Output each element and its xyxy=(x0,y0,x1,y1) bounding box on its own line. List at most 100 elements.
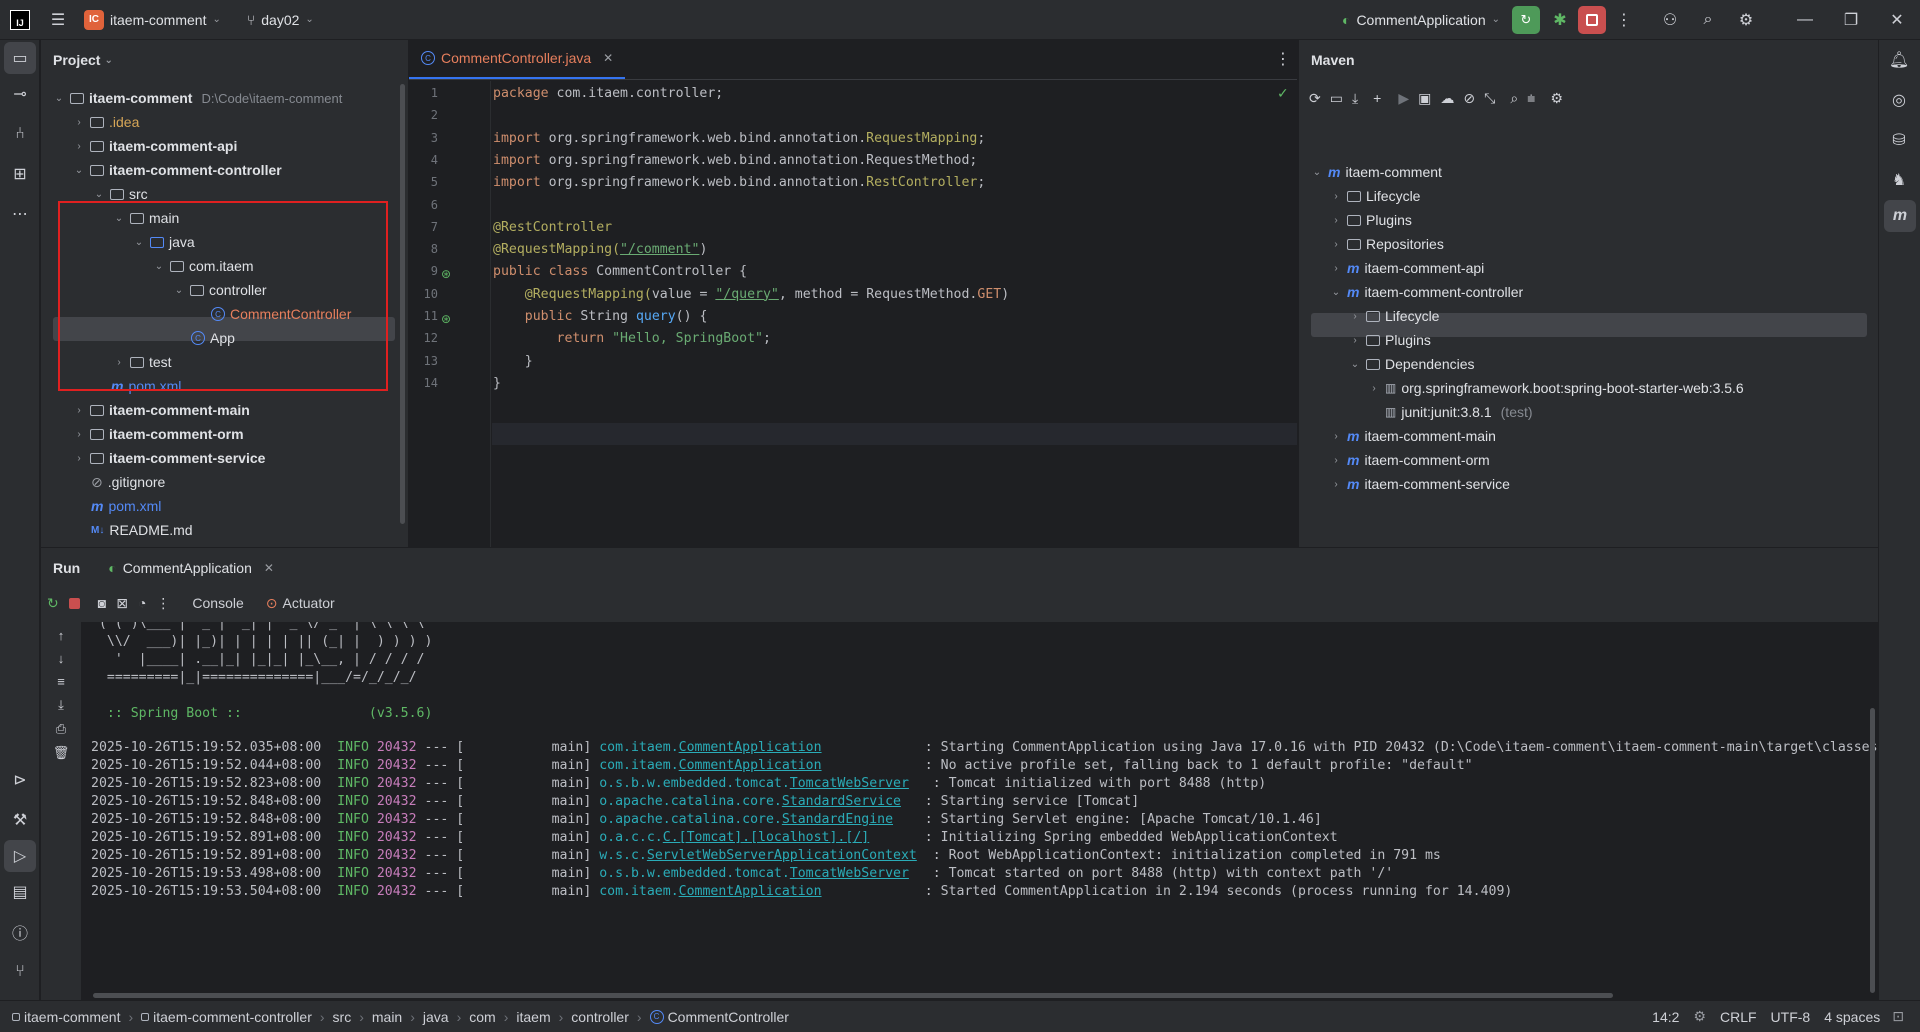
tree-row-root-pom[interactable]: m pom.xml xyxy=(91,494,161,518)
log-lg_cls[interactable]: CommentApplication xyxy=(679,758,822,773)
rerun-icon[interactable]: ↻ xyxy=(47,595,59,612)
search-everywhere-button[interactable]: ⌕ xyxy=(1694,6,1722,34)
tree-row-api[interactable]: › itaem-comment-api xyxy=(73,134,237,158)
log-lg_cls[interactable]: C.[Tomcat].[localhost].[/] xyxy=(663,830,869,845)
actuator-tab[interactable]: ⊙ Actuator xyxy=(266,595,335,612)
project-panel-header[interactable]: Project ⌄ xyxy=(41,40,408,80)
console-output[interactable]: ( ( )\___ | '_ | '_| | '_ \/ _` | \ \ \ … xyxy=(81,622,1878,1001)
log-lg_cls[interactable]: ServletWebServerApplicationContext xyxy=(647,848,917,863)
file-encoding[interactable]: UTF-8 xyxy=(1771,1009,1811,1025)
maven-tree-row[interactable]: › m itaem-comment-service xyxy=(1330,472,1510,496)
structure-tool-button[interactable]: ⊞ xyxy=(0,154,40,194)
build-tool-button[interactable]: ⚒ xyxy=(0,800,40,840)
project-switcher[interactable]: IC itaem-comment ⌄ xyxy=(84,9,221,30)
breadcrumb-item[interactable]: itaem-comment xyxy=(12,1009,120,1025)
gradle-button[interactable]: ♞ xyxy=(1879,160,1919,200)
rerun-button[interactable]: ↻ xyxy=(1512,5,1540,34)
tree-row-root[interactable]: ⌄ itaem-comment D:\Code\itaem-comment xyxy=(53,86,343,110)
indent-setting[interactable]: 4 spaces xyxy=(1824,1009,1880,1025)
console-vertical-scrollbar[interactable] xyxy=(1870,708,1875,993)
log-lg_cls[interactable]: StandardEngine xyxy=(782,812,893,827)
breadcrumb-item[interactable]: itaem-comment-controller xyxy=(141,1009,312,1025)
breadcrumb-item[interactable]: com xyxy=(469,1009,495,1025)
debug-button[interactable]: ✱ xyxy=(1546,6,1574,34)
breadcrumb-item[interactable]: main xyxy=(372,1009,402,1025)
commit-tool-button[interactable]: ⊸ xyxy=(0,74,40,114)
maven-tree-row[interactable]: › m itaem-comment-orm xyxy=(1330,448,1489,472)
maven-tree-row[interactable]: › Plugins xyxy=(1349,328,1431,352)
scroll-to-end-icon[interactable]: ⤓ xyxy=(58,697,64,713)
log-lg_cls[interactable]: CommentApplication xyxy=(679,884,822,899)
print-icon[interactable]: ⎙ xyxy=(56,721,66,737)
code-with-me-button[interactable]: ⚇ xyxy=(1656,6,1684,34)
tree-row-controller-module[interactable]: ⌄ itaem-comment-controller xyxy=(73,158,282,182)
endpoint-icon[interactable]: ⊛ xyxy=(441,312,451,326)
terminal-tool-button[interactable]: ▤ xyxy=(0,872,40,912)
breadcrumb-item[interactable]: itaem xyxy=(516,1009,550,1025)
notifications-button[interactable]: 🔔︎ xyxy=(1879,40,1919,80)
main-menu-button[interactable]: ☰ xyxy=(44,6,72,34)
log-lg_cls[interactable]: TomcatWebServer xyxy=(790,866,909,881)
editor-tab-comment-controller[interactable]: C CommentController.java ✕ xyxy=(409,39,626,79)
breadcrumb-item[interactable]: controller xyxy=(571,1009,629,1025)
settings-button[interactable]: ⚙ xyxy=(1732,6,1760,34)
scroll-down-icon[interactable]: ↓ xyxy=(58,651,65,666)
project-scrollbar[interactable] xyxy=(400,84,405,524)
maven-tree-row[interactable]: › ▥ org.springframework.boot:spring-boot-s… xyxy=(1368,376,1743,400)
log-lg_cls[interactable]: TomcatWebServer xyxy=(790,776,909,791)
console-horizontal-scrollbar[interactable] xyxy=(93,993,1613,998)
run-tool-button[interactable]: ▷ xyxy=(4,840,36,872)
breadcrumb-item[interactable]: C CommentController xyxy=(649,1009,789,1025)
minimize-button[interactable]: — xyxy=(1782,6,1828,34)
maven-tree-row[interactable]: ⌄ Dependencies xyxy=(1349,352,1475,376)
vcs-widget-icon[interactable]: ⚙ xyxy=(1693,1008,1706,1025)
maven-tree-row[interactable]: › m itaem-comment-main xyxy=(1330,424,1496,448)
close-tab-icon[interactable]: ✕ xyxy=(603,51,613,65)
close-window-button[interactable]: ✕ xyxy=(1874,6,1920,34)
scroll-up-icon[interactable]: ↑ xyxy=(58,628,65,643)
profile-icon[interactable]: ◔ xyxy=(138,595,146,611)
exit-icon[interactable]: ⊠ xyxy=(116,595,128,612)
more-tools-button[interactable]: ⋯ xyxy=(0,194,40,234)
more-vertical-icon[interactable]: ⋮ xyxy=(156,595,170,612)
maven-tree-row[interactable]: ⌄ m itaem-comment xyxy=(1311,160,1442,184)
maven-tree-row[interactable]: ▥ junit:junit:3.8.1 (test) xyxy=(1368,400,1533,424)
run-config-selector[interactable]: ◐ CommentApplication ⌄ xyxy=(1342,12,1500,28)
read-only-lock-icon[interactable]: ⊡ xyxy=(1892,1008,1904,1025)
stop-button[interactable] xyxy=(1578,5,1606,34)
caret-position[interactable]: 14:2 xyxy=(1652,1009,1679,1025)
log-lg_cls[interactable]: StandardService xyxy=(782,794,901,809)
maven-tree-row[interactable]: › Repositories xyxy=(1330,232,1444,256)
camera-icon[interactable]: ◙ xyxy=(98,595,106,611)
project-tool-button[interactable]: ▭ xyxy=(4,42,36,74)
close-tab-icon[interactable]: ✕ xyxy=(264,561,274,575)
maven-tree-row[interactable]: › Lifecycle xyxy=(1349,304,1439,328)
more-actions-button[interactable]: ⋮ xyxy=(1610,6,1638,34)
tree-row-gitignore[interactable]: ⊘ .gitignore xyxy=(91,470,165,494)
tree-row-main-module[interactable]: › itaem-comment-main xyxy=(73,398,249,422)
console-tab[interactable]: Console xyxy=(192,595,243,611)
bean-icon[interactable]: ⊛ xyxy=(441,267,451,281)
tree-row-service-module[interactable]: › itaem-comment-service xyxy=(73,446,265,470)
restore-button[interactable]: ❐ xyxy=(1828,6,1874,34)
stop-icon[interactable] xyxy=(68,597,80,609)
tree-row-readme[interactable]: M↓ README.md xyxy=(91,518,193,542)
tree-row-orm-module[interactable]: › itaem-comment-orm xyxy=(73,422,243,446)
services-tool-button[interactable]: ⊳ xyxy=(0,760,40,800)
log-lg_cls[interactable]: CommentApplication xyxy=(679,740,822,755)
tree-row-idea[interactable]: › .idea xyxy=(73,110,139,134)
problems-tool-button[interactable]: ⓘ xyxy=(0,912,40,952)
pull-requests-tool-button[interactable]: ⑃ xyxy=(0,114,40,154)
branch-switcher[interactable]: ⑂ day02 ⌄ xyxy=(247,12,314,28)
ai-assistant-button[interactable]: ◎ xyxy=(1879,80,1919,120)
database-button[interactable]: ⛁ xyxy=(1879,120,1919,160)
soft-wrap-icon[interactable]: ≡ xyxy=(57,674,65,689)
breadcrumb-item[interactable]: java xyxy=(423,1009,449,1025)
maven-tree-row[interactable]: › m itaem-comment-api xyxy=(1330,256,1484,280)
maven-tree-row[interactable]: › Lifecycle xyxy=(1330,184,1420,208)
code-area[interactable]: package com.itaem.controller; import org.… xyxy=(409,81,1297,547)
git-tool-button[interactable]: ⑂ xyxy=(0,952,40,992)
maven-tool-button[interactable]: m xyxy=(1884,200,1916,232)
breadcrumb-item[interactable]: src xyxy=(333,1009,352,1025)
maven-tree-row[interactable]: ⌄ m itaem-comment-controller xyxy=(1330,280,1523,304)
